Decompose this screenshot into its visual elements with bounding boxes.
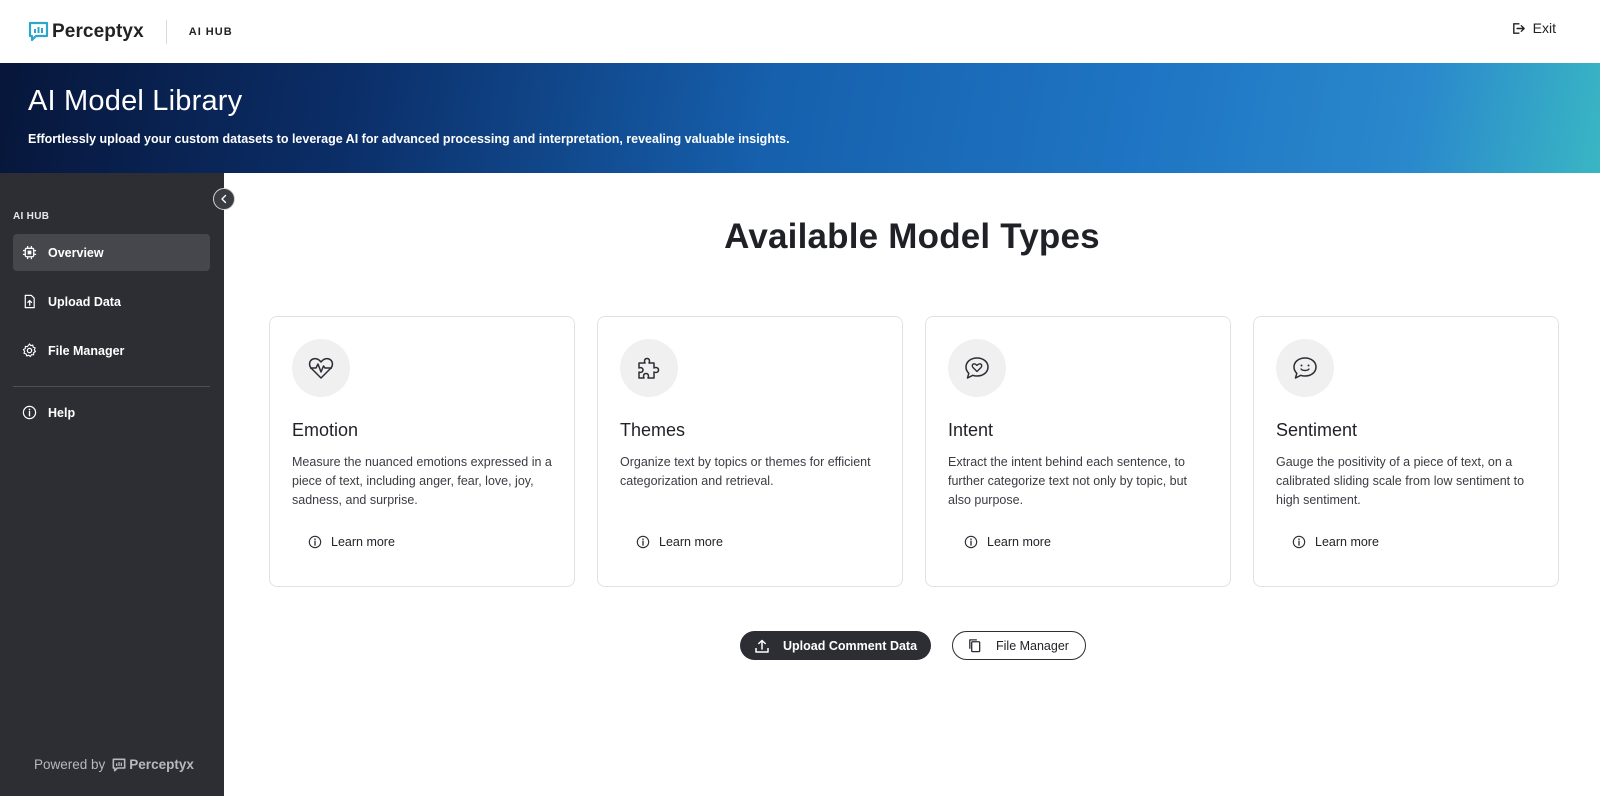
chevron-left-icon bbox=[221, 194, 227, 204]
upload-comment-data-label: Upload Comment Data bbox=[783, 638, 918, 653]
file-manager-label: File Manager bbox=[996, 638, 1069, 653]
hub-label: AI HUB bbox=[188, 25, 233, 38]
card-description: Gauge the positivity of a piece of text,… bbox=[1276, 455, 1525, 507]
learn-more-link[interactable]: Learn more bbox=[636, 535, 723, 549]
perceptyx-logo-icon bbox=[28, 21, 49, 42]
card-description: Organize text by topics or themes for ef… bbox=[620, 455, 871, 488]
file-upload-icon bbox=[22, 294, 37, 309]
sidebar-item-help[interactable]: Help bbox=[13, 394, 210, 431]
sidebar-item-file-manager[interactable]: File Manager bbox=[13, 332, 210, 369]
top-bar: Perceptyx AI HUB Exit bbox=[0, 0, 1600, 63]
powered-by-label: Powered by bbox=[34, 757, 106, 772]
sidebar-divider bbox=[13, 386, 210, 387]
hero-banner: AI Model Library Effortlessly upload you… bbox=[0, 63, 1600, 173]
section-title: Available Model Types bbox=[724, 217, 1100, 256]
learn-more-link[interactable]: Learn more bbox=[308, 535, 395, 549]
learn-more-link[interactable]: Learn more bbox=[1292, 535, 1379, 549]
upload-comment-data-button[interactable]: Upload Comment Data bbox=[740, 631, 931, 660]
exit-icon bbox=[1512, 22, 1525, 34]
gear-icon bbox=[22, 343, 37, 358]
page-title: AI Model Library bbox=[28, 85, 243, 117]
heart-pulse-icon bbox=[292, 339, 350, 397]
info-icon bbox=[22, 405, 37, 420]
sidebar-item-label: Help bbox=[48, 405, 76, 420]
sidebar-item-label: Upload Data bbox=[48, 294, 121, 309]
info-icon bbox=[1292, 535, 1306, 549]
sidebar-section-label: AI HUB bbox=[13, 211, 50, 222]
sidebar-collapse-button[interactable] bbox=[213, 188, 235, 210]
learn-more-link[interactable]: Learn more bbox=[964, 535, 1051, 549]
card-description: Measure the nuanced emotions expressed i… bbox=[292, 455, 552, 507]
sidebar-item-overview[interactable]: Overview bbox=[13, 234, 210, 271]
exit-button[interactable]: Exit bbox=[1511, 20, 1556, 36]
chip-icon bbox=[22, 245, 37, 260]
brand[interactable]: Perceptyx bbox=[28, 21, 144, 43]
upload-icon bbox=[755, 639, 769, 653]
powered-by-brand: Perceptyx bbox=[112, 757, 194, 772]
info-icon bbox=[308, 535, 322, 549]
topbar-divider bbox=[165, 19, 167, 44]
sidebar-item-label: File Manager bbox=[48, 343, 125, 358]
card-title: Emotion bbox=[292, 420, 359, 440]
learn-more-label: Learn more bbox=[987, 535, 1051, 549]
exit-label: Exit bbox=[1532, 20, 1556, 36]
perceptyx-logo-icon bbox=[112, 758, 126, 771]
heart-chat-icon bbox=[948, 339, 1006, 397]
card-title: Themes bbox=[620, 420, 686, 440]
file-manager-button[interactable]: File Manager bbox=[952, 631, 1086, 660]
smile-chat-icon bbox=[1276, 339, 1334, 397]
learn-more-label: Learn more bbox=[331, 535, 395, 549]
model-card-emotion: Emotion Measure the nuanced emotions exp… bbox=[269, 316, 575, 587]
puzzle-icon bbox=[620, 339, 678, 397]
model-card-themes: Themes Organize text by topics or themes… bbox=[597, 316, 903, 587]
learn-more-label: Learn more bbox=[659, 535, 723, 549]
sidebar: AI HUB Overview Upload Data File Manager… bbox=[0, 173, 224, 796]
model-card-intent: Intent Extract the intent behind each se… bbox=[925, 316, 1231, 587]
info-icon bbox=[636, 535, 650, 549]
sidebar-item-upload-data[interactable]: Upload Data bbox=[13, 283, 210, 320]
copy-files-icon bbox=[969, 639, 981, 653]
info-icon bbox=[964, 535, 978, 549]
card-description: Extract the intent behind each sentence,… bbox=[948, 455, 1188, 507]
sidebar-item-label: Overview bbox=[48, 245, 104, 260]
powered-by: Powered by Perceptyx bbox=[34, 757, 194, 772]
page-subtitle: Effortlessly upload your custom datasets… bbox=[28, 132, 790, 146]
card-title: Intent bbox=[948, 420, 994, 440]
learn-more-label: Learn more bbox=[1315, 535, 1379, 549]
model-card-sentiment: Sentiment Gauge the positivity of a piec… bbox=[1253, 316, 1559, 587]
main-content: Available Model Types Emotion Measure th… bbox=[224, 173, 1600, 796]
brand-name: Perceptyx bbox=[52, 20, 144, 42]
card-title: Sentiment bbox=[1276, 420, 1358, 440]
powered-by-brand-name: Perceptyx bbox=[129, 757, 194, 772]
